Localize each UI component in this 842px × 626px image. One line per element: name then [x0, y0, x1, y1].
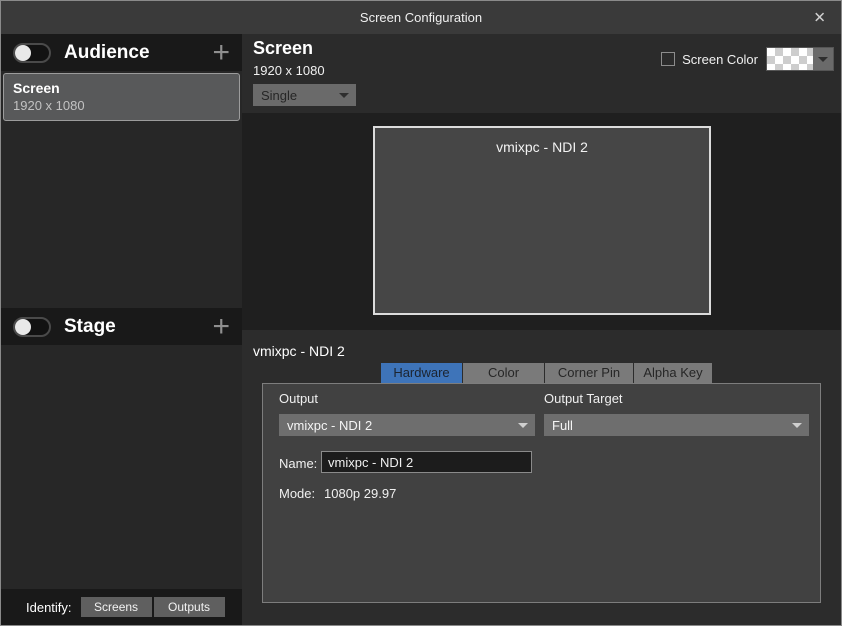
screen-color-row: Screen Color: [661, 47, 834, 71]
tab-hardware[interactable]: Hardware: [381, 363, 462, 383]
stage-section-header: Stage +: [1, 308, 242, 345]
output-label: Output: [279, 391, 318, 406]
layout-select[interactable]: Single: [253, 84, 356, 106]
close-icon[interactable]: ✕: [813, 10, 826, 25]
output-select[interactable]: vmixpc - NDI 2: [279, 414, 535, 436]
name-input[interactable]: [321, 451, 532, 473]
identify-screens-button[interactable]: Screens: [81, 597, 152, 617]
list-item-screen[interactable]: Screen 1920 x 1080: [3, 73, 240, 121]
output-tabs: Hardware Color Corner Pin Alpha Key: [381, 363, 713, 383]
output-panel: vmixpc - NDI 2 Hardware Color Corner Pin…: [242, 330, 841, 625]
output-target-select[interactable]: Full: [544, 414, 809, 436]
screen-item-name: Screen: [13, 80, 230, 96]
tab-alpha-key[interactable]: Alpha Key: [634, 363, 712, 383]
stage-label: Stage: [64, 316, 116, 338]
output-target-label: Output Target: [544, 391, 623, 406]
layout-select-value: Single: [261, 88, 297, 103]
hardware-group-box: Output vmixpc - NDI 2 Output Target Full…: [262, 383, 821, 603]
page-title: Screen: [253, 38, 313, 59]
audience-toggle[interactable]: [13, 43, 51, 63]
preview-output-label: vmixpc - NDI 2: [375, 139, 709, 155]
chevron-down-icon: [818, 57, 828, 62]
main-area: Screen 1920 x 1080 Screen Color Single: [242, 34, 841, 625]
audience-section-header: Audience +: [1, 34, 242, 71]
window-title: Screen Configuration: [360, 10, 482, 25]
stage-screen-list: [1, 345, 242, 589]
output-panel-title: vmixpc - NDI 2: [253, 343, 345, 359]
transparent-swatch: [767, 48, 813, 70]
preview-area: vmixpc - NDI 2: [242, 113, 841, 330]
output-select-value: vmixpc - NDI 2: [287, 418, 372, 433]
mode-value: 1080p 29.97: [324, 486, 396, 501]
identify-bar: Identify: Screens Outputs: [1, 589, 242, 625]
add-audience-screen-icon[interactable]: +: [212, 41, 230, 65]
tab-corner-pin[interactable]: Corner Pin: [545, 363, 633, 383]
audience-screen-list: Screen 1920 x 1080: [1, 71, 242, 308]
chevron-down-icon: [518, 423, 528, 428]
sidebar: Audience + Screen 1920 x 1080 Stage + Id…: [1, 34, 242, 625]
toggle-knob: [15, 319, 31, 335]
screen-item-resolution: 1920 x 1080: [13, 98, 230, 113]
chevron-down-icon: [339, 93, 349, 98]
titlebar: Screen Configuration ✕: [1, 1, 841, 34]
screen-configuration-window: Screen Configuration ✕ Audience + Screen…: [0, 0, 842, 626]
screen-header: Screen 1920 x 1080 Screen Color Single: [242, 34, 841, 113]
add-stage-screen-icon[interactable]: +: [212, 315, 230, 339]
output-target-select-value: Full: [552, 418, 573, 433]
screen-color-picker[interactable]: [766, 47, 834, 71]
tab-color[interactable]: Color: [463, 363, 544, 383]
name-label: Name:: [279, 456, 317, 471]
audience-label: Audience: [64, 42, 150, 64]
swatch-dropdown-button[interactable]: [813, 48, 833, 70]
identify-outputs-button[interactable]: Outputs: [154, 597, 225, 617]
screen-color-checkbox[interactable]: [661, 52, 675, 66]
chevron-down-icon: [792, 423, 802, 428]
mode-label: Mode:: [279, 486, 315, 501]
stage-toggle[interactable]: [13, 317, 51, 337]
identify-label: Identify:: [26, 600, 72, 615]
screen-color-label: Screen Color: [682, 52, 758, 67]
toggle-knob: [15, 45, 31, 61]
screen-resolution: 1920 x 1080: [253, 63, 325, 78]
screen-preview-box[interactable]: vmixpc - NDI 2: [373, 126, 711, 315]
